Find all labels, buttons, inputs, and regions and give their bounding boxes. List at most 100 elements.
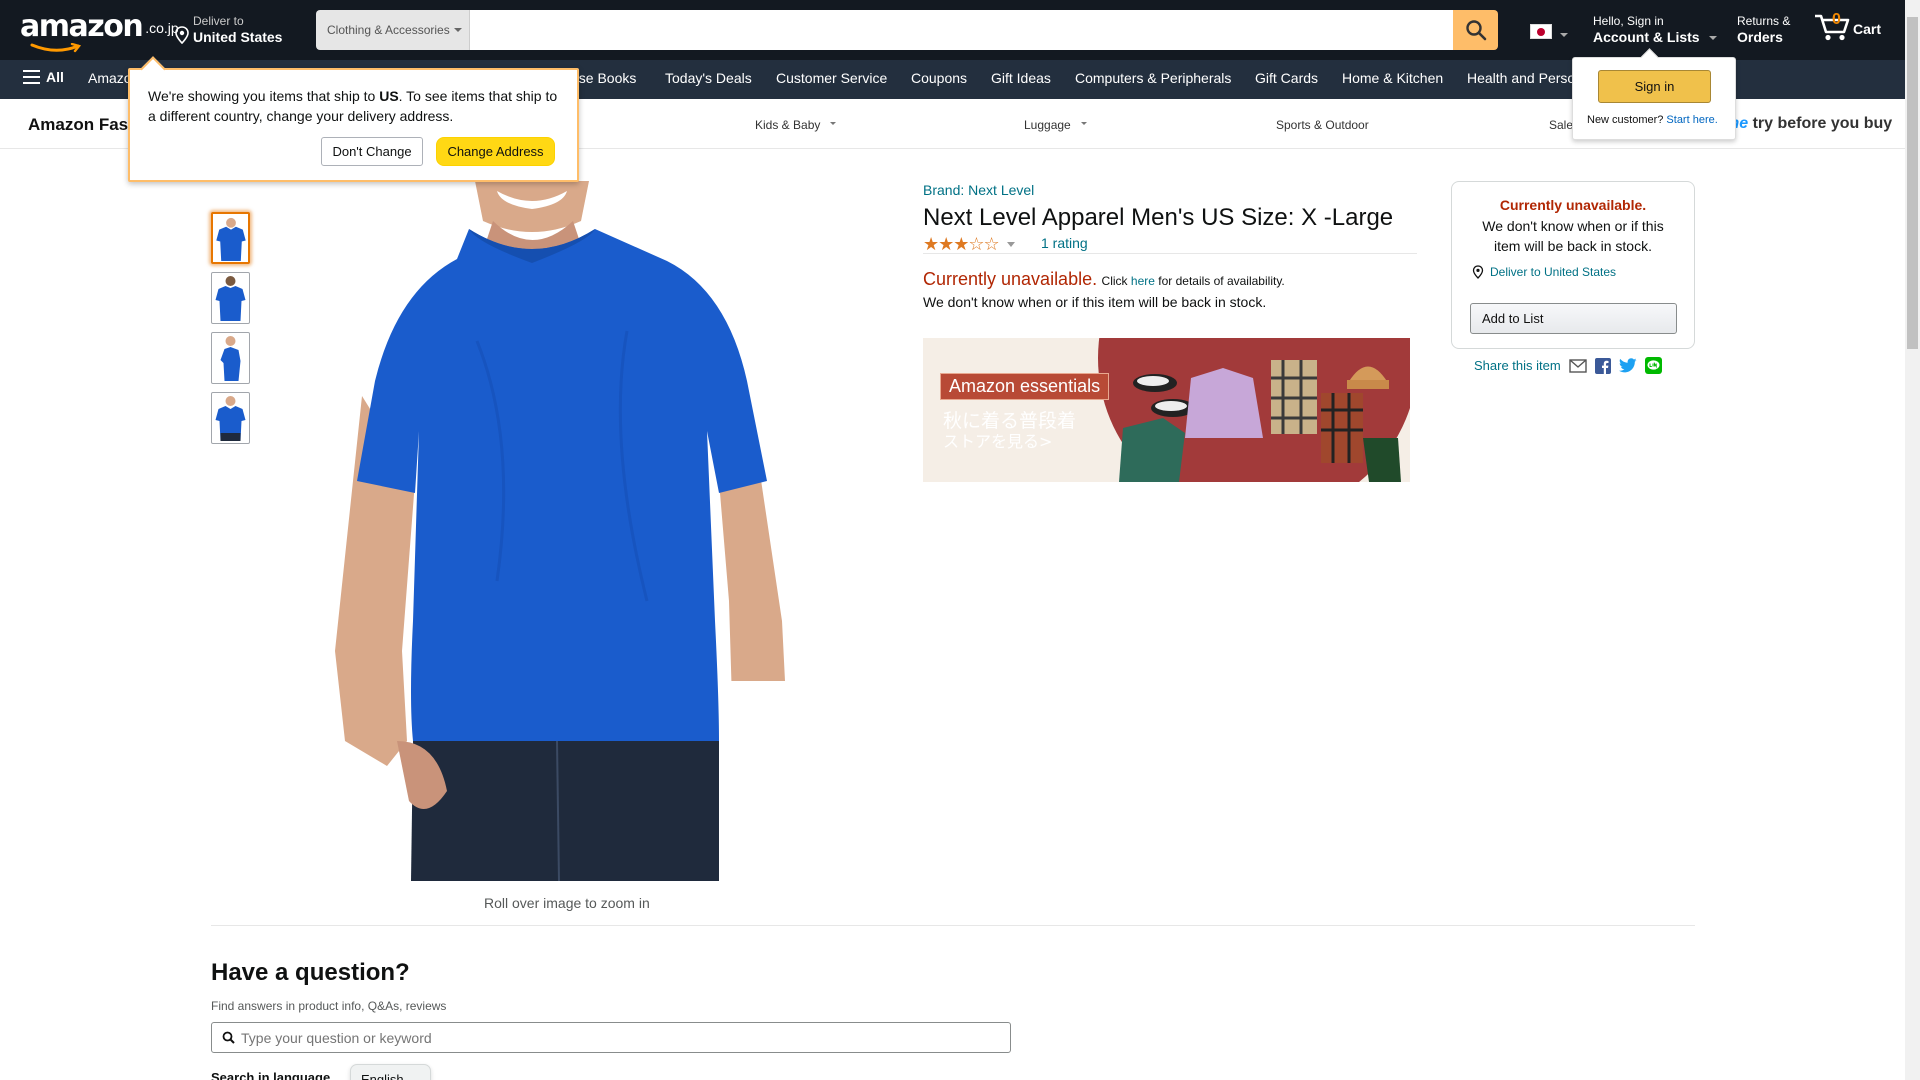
add-to-list-button[interactable]: Add to List	[1470, 303, 1677, 334]
buybox-message: We don't know when or if this item will …	[1482, 218, 1664, 254]
buybox-deliver-text: Deliver to United States	[1490, 265, 1617, 279]
top-navbar: amazon .co.jp Deliver to United States C…	[0, 0, 1905, 60]
divider	[923, 253, 1417, 254]
nav-item-gift-ideas[interactable]: Gift Ideas	[991, 70, 1051, 86]
availability-line: Currently unavailable. Click here for de…	[923, 269, 1285, 290]
shirt-thumbnail-image	[212, 333, 249, 383]
availability-details: Click here for details of availability.	[1102, 274, 1285, 288]
caret-down-icon	[830, 121, 837, 125]
details-here-link[interactable]: here	[1131, 274, 1155, 288]
signin-button[interactable]: Sign in	[1598, 70, 1711, 103]
language-selector[interactable]	[1530, 24, 1568, 39]
returns-line1: Returns &	[1737, 14, 1791, 28]
nav-item-computers[interactable]: Computers & Peripherals	[1075, 70, 1231, 86]
nav-item-customer-service[interactable]: Customer Service	[776, 70, 887, 86]
brand-link[interactable]: Brand: Next Level	[923, 182, 1034, 198]
account-greeting: Hello, Sign in	[1593, 14, 1664, 28]
subnav-kids-baby[interactable]: Kids & Baby	[755, 118, 837, 132]
search-input[interactable]	[470, 10, 1453, 50]
start-here-link[interactable]: Start here.	[1666, 114, 1717, 126]
japan-flag-icon	[1530, 24, 1552, 39]
buybox-deliver-link[interactable]: Deliver to United States	[1472, 265, 1616, 279]
nav-item-health[interactable]: Health and Perso	[1467, 70, 1575, 86]
details-suffix: for details of availability.	[1154, 274, 1285, 288]
amazon-essentials-banner[interactable]: Amazon essentials 秋に着る普段着 ストアを見る>	[923, 338, 1410, 482]
caret-down-icon	[1080, 121, 1087, 125]
scrollbar-thumb[interactable]	[1907, 17, 1918, 349]
returns-orders-link[interactable]: Returns & Orders	[1737, 14, 1790, 47]
subnav-label: Sports & Outdoor	[1276, 118, 1369, 132]
smile-arrow-icon	[30, 43, 82, 53]
facebook-icon[interactable]	[1594, 357, 1611, 374]
search-icon	[222, 1031, 235, 1044]
nav-item-todays-deals[interactable]: Today's Deals	[665, 70, 752, 86]
click-text: Click	[1101, 274, 1131, 288]
new-customer-text: New customer?	[1587, 114, 1664, 126]
rating-count-link[interactable]: 1 rating	[1041, 235, 1088, 251]
delivery-popover-message: We're showing you items that ship to US.…	[148, 86, 568, 126]
fashion-store-title[interactable]: Amazon Fas	[28, 115, 128, 135]
popover-msg-part1: We're showing you items that ship to	[148, 88, 380, 104]
shirt-thumbnail-image	[212, 273, 249, 323]
back-in-stock-text: We don't know when or if this item will …	[923, 294, 1267, 310]
question-search-box	[211, 1022, 1011, 1053]
cart-count: 0	[1832, 11, 1841, 28]
thumbnail-2[interactable]	[211, 272, 250, 324]
subnav-luggage[interactable]: Luggage	[1024, 118, 1087, 132]
caret-down-icon	[453, 28, 462, 32]
new-customer-line: New customer? Start here.	[1587, 114, 1718, 126]
search-submit-button[interactable]	[1453, 10, 1498, 50]
main-product-image[interactable]	[327, 181, 805, 881]
dont-change-button[interactable]: Don't Change	[321, 137, 423, 166]
account-lists-menu[interactable]: Hello, Sign in Account & Lists	[1593, 14, 1718, 47]
logo-wordmark: amazon	[20, 9, 144, 44]
thumbnail-3[interactable]	[211, 332, 250, 384]
change-address-button[interactable]: Change Address	[436, 137, 555, 166]
thumbnail-1[interactable]	[211, 212, 250, 264]
search-icon	[1465, 20, 1486, 41]
chevron-down-icon	[1006, 242, 1015, 247]
deliver-to-location[interactable]: Deliver to United States	[174, 14, 282, 46]
try-before-text: try before you buy	[1748, 115, 1893, 132]
signin-flyout: Sign in New customer? Start here.	[1572, 57, 1736, 140]
subnav-sports-outdoor[interactable]: Sports & Outdoor	[1276, 118, 1369, 132]
share-row: Share this item	[1474, 357, 1662, 374]
shirt-thumbnail-image	[212, 393, 249, 443]
subnav-sale[interactable]: Sale	[1549, 118, 1573, 132]
search-bar: Clothing & Accessories	[316, 10, 1498, 50]
star-rating[interactable]: ★★★☆☆	[923, 234, 1015, 255]
page-scrollbar[interactable]	[1905, 0, 1920, 1080]
email-icon[interactable]	[1569, 358, 1587, 373]
share-label: Share this item	[1474, 358, 1561, 373]
search-language-label: Search in language	[211, 1070, 331, 1080]
caret-down-icon	[1709, 35, 1718, 40]
nav-item-home-kitchen[interactable]: Home & Kitchen	[1342, 70, 1443, 86]
buy-box: Currently unavailable. We don't know whe…	[1451, 181, 1695, 349]
all-label: All	[46, 69, 64, 85]
caret-down-icon	[1560, 32, 1568, 37]
star-rating-icon: ★★★☆☆	[923, 234, 1000, 254]
thumbnail-4[interactable]	[211, 392, 250, 444]
questions-subheading: Find answers in product info, Q&As, revi…	[211, 999, 447, 1013]
location-pin-icon	[175, 26, 189, 44]
question-search-input[interactable]	[241, 1029, 1010, 1046]
availability-status: Currently unavailable.	[923, 269, 1098, 289]
deliver-label: Deliver to	[193, 14, 244, 28]
banner-tag: Amazon essentials	[940, 373, 1110, 400]
nav-item-gift-cards[interactable]: Gift Cards	[1255, 70, 1318, 86]
all-menu-button[interactable]: All	[23, 69, 64, 85]
buybox-unavailable: Currently unavailable.	[1499, 197, 1647, 213]
amazon-logo[interactable]: amazon .co.jp	[20, 9, 179, 53]
hamburger-icon	[23, 70, 40, 84]
questions-heading: Have a question?	[211, 959, 410, 986]
try-before-you-buy-link[interactable]: me try before you buy	[1725, 115, 1892, 133]
line-icon[interactable]	[1644, 357, 1662, 374]
cart-link[interactable]: 0 Cart	[1813, 10, 1881, 42]
popover-msg-country: US	[379, 88, 399, 104]
search-category-label: Clothing & Accessories	[327, 23, 450, 37]
nav-item-coupons[interactable]: Coupons	[911, 70, 967, 86]
nav-item-books[interactable]: ese Books	[571, 70, 636, 86]
search-category-dropdown[interactable]: Clothing & Accessories	[316, 10, 470, 50]
twitter-icon[interactable]	[1618, 358, 1637, 373]
language-select[interactable]: English	[350, 1064, 431, 1080]
